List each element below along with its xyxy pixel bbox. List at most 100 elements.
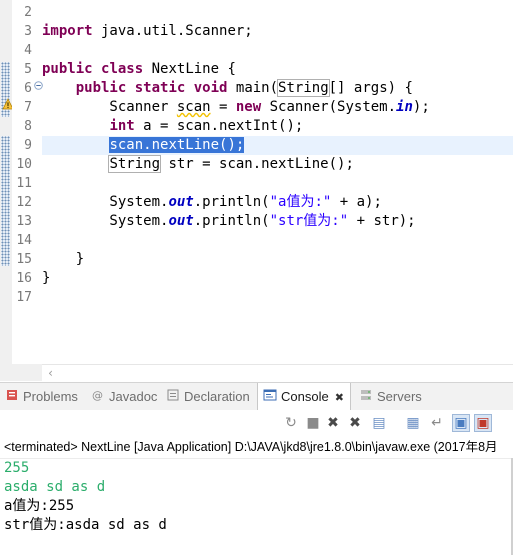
scroll-lock-icon[interactable]: ▦ <box>404 414 422 432</box>
code-line[interactable]: } <box>42 250 513 269</box>
code-line[interactable] <box>42 231 513 250</box>
line-number: 16 <box>16 271 32 286</box>
line-number: 5 <box>24 62 32 77</box>
code-token: scan.nextLine(); <box>109 137 245 153</box>
code-token: String <box>108 155 162 173</box>
line-number: 10 <box>16 157 32 172</box>
scrollbar-corner <box>0 364 42 381</box>
tab-label: Problems <box>23 389 78 404</box>
quick-diff-ruler <box>0 0 12 364</box>
code-line[interactable]: import java.util.Scanner; <box>42 22 513 41</box>
tab-problems[interactable]: Problems <box>3 383 80 410</box>
tab-label: Declaration <box>184 389 250 404</box>
code-line[interactable]: public static void main(String[] args) { <box>42 79 513 98</box>
svg-text:@: @ <box>92 389 103 402</box>
code-token: str = scan.nextLine(); <box>160 156 354 172</box>
code-token: .println( <box>193 194 270 210</box>
line-number: 12 <box>16 195 32 210</box>
code-line[interactable]: System.out.println("a值为:" + a); <box>42 193 513 212</box>
code-token: main( <box>227 80 279 96</box>
line-number: 3 <box>24 24 32 39</box>
code-token: scan <box>176 99 211 115</box>
code-token: import <box>42 23 93 39</box>
terminate-icon[interactable]: ■ <box>304 414 322 432</box>
tab-javadoc[interactable]: @ Javadoc <box>89 383 159 410</box>
code-editor[interactable]: 2 3 4 5 6 7 8 9 10 11 12 13 14 15 16 17 import java.uti… <box>0 0 513 364</box>
code-token: static <box>134 80 186 96</box>
clear-console-icon[interactable]: ▤ <box>370 414 388 432</box>
console-output-line: str值为:asda sd as d <box>4 517 167 533</box>
code-token: public <box>42 61 93 77</box>
horizontal-scrollbar[interactable]: ‹ <box>42 364 513 382</box>
console-output[interactable]: 255 asda sd as d a值为:255 str值为:asda sd as d <box>0 458 513 556</box>
code-line[interactable]: } <box>42 269 513 288</box>
show-console-icon[interactable]: ▣ <box>452 414 470 432</box>
code-token: System. <box>42 194 169 210</box>
line-number: 14 <box>16 233 32 248</box>
code-token: public <box>75 80 127 96</box>
javadoc-icon: @ <box>91 384 105 411</box>
declaration-icon <box>166 384 180 411</box>
tab-declaration[interactable]: Declaration <box>164 383 252 410</box>
code-line[interactable]: System.out.println("str值为:" + str); <box>42 212 513 231</box>
code-token: + a); <box>331 194 382 210</box>
code-line[interactable]: Scanner scan = new Scanner(System.in); <box>42 98 513 117</box>
code-token: "str值为:" <box>269 213 349 229</box>
word-wrap-icon[interactable]: ↵ <box>428 414 446 432</box>
code-token: .println( <box>193 213 270 229</box>
code-line[interactable]: scan.nextLine(); <box>42 136 513 155</box>
servers-icon <box>359 384 373 411</box>
code-lines[interactable]: import java.util.Scanner; public class Ne… <box>42 0 513 364</box>
tab-console[interactable]: Console ✖ <box>257 383 351 411</box>
code-token: [] args) { <box>328 80 413 96</box>
line-number: 8 <box>24 119 32 134</box>
code-line[interactable] <box>42 288 513 307</box>
code-token: } <box>42 270 51 286</box>
line-number: 4 <box>24 43 32 58</box>
code-token: Scanner(System. <box>261 99 397 115</box>
code-token: int <box>109 118 135 134</box>
code-token: void <box>193 80 228 96</box>
code-line[interactable]: int a = scan.nextInt(); <box>42 117 513 136</box>
code-line[interactable] <box>42 41 513 60</box>
code-token: Scanner <box>42 99 177 115</box>
scroll-left-arrow-icon[interactable]: ‹ <box>42 365 59 382</box>
code-token: = <box>210 99 236 115</box>
code-token: } <box>42 251 85 267</box>
code-line[interactable] <box>42 3 513 22</box>
remove-all-terminated-icon[interactable]: ✖ <box>346 414 364 432</box>
code-token: String <box>277 79 330 97</box>
debug-terminate-icon[interactable]: ↻ <box>282 414 300 432</box>
code-token: + str); <box>348 213 416 229</box>
tab-servers[interactable]: Servers <box>357 383 424 410</box>
code-token: in <box>396 99 413 115</box>
line-number: 11 <box>16 176 32 191</box>
tab-label: Servers <box>377 389 422 404</box>
code-line[interactable] <box>42 174 513 193</box>
code-token: out <box>168 194 194 210</box>
remove-launch-icon[interactable]: ✖ <box>324 414 342 432</box>
code-token: NextLine { <box>143 61 236 77</box>
line-number: 13 <box>16 214 32 229</box>
line-number: 17 <box>16 290 32 305</box>
console-output-line: a值为:255 <box>4 498 75 514</box>
line-number: 2 <box>24 5 32 20</box>
code-token: java.util.Scanner; <box>92 23 253 39</box>
code-line[interactable]: String str = scan.nextLine(); <box>42 155 513 174</box>
code-line[interactable]: public class NextLine { <box>42 60 513 79</box>
code-token: a = scan.nextInt(); <box>134 118 304 134</box>
line-number: 9 <box>24 138 32 153</box>
problems-icon <box>5 384 19 411</box>
code-token: out <box>168 213 194 229</box>
close-tab-icon[interactable]: ✖ <box>335 392 344 404</box>
pin-console-icon[interactable]: ▣ <box>474 414 492 432</box>
line-number-gutter: 2 3 4 5 6 7 8 9 10 11 12 13 14 15 16 17 <box>12 0 40 364</box>
console-input-line: 255 <box>4 460 30 476</box>
